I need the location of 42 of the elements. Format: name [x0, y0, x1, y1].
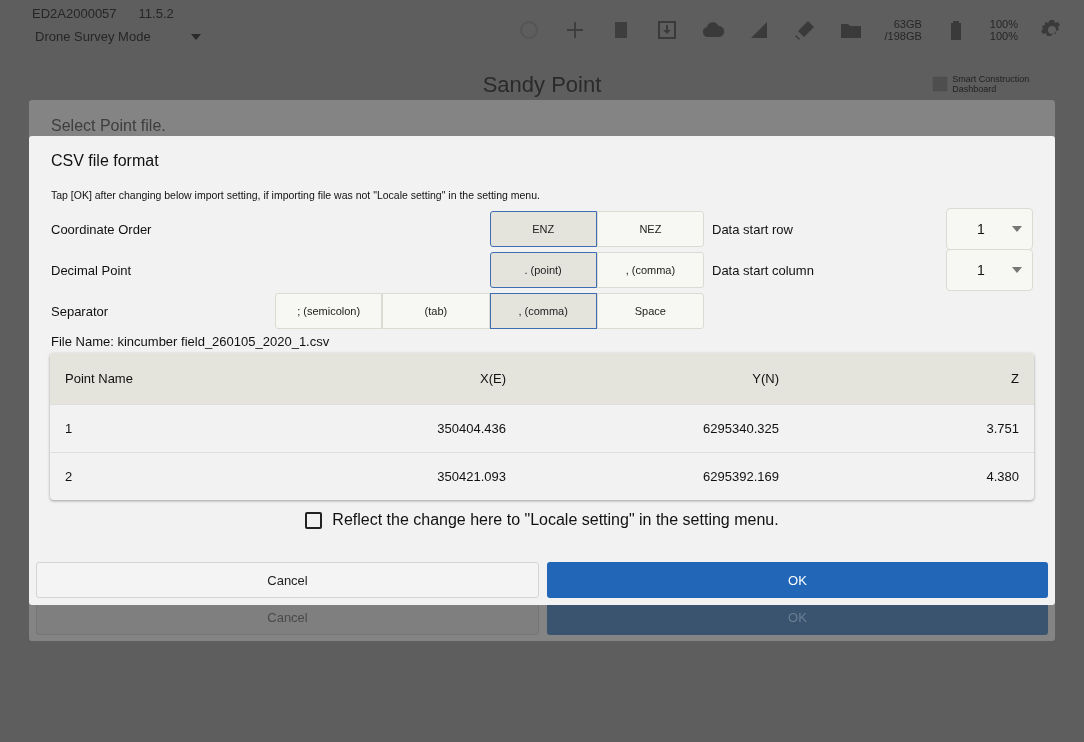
setting-label: Separator	[51, 303, 109, 319]
option-button[interactable]: , (comma)	[489, 293, 597, 329]
setting-label: Coordinate Order	[51, 221, 152, 237]
version-text: 11.5.2	[138, 6, 174, 21]
option-button[interactable]: NEZ	[596, 211, 704, 247]
column-header: Z	[1011, 371, 1019, 386]
caret-icon	[1012, 267, 1022, 273]
option-button[interactable]: . (point)	[489, 252, 597, 288]
cancel-button[interactable]: Cancel	[36, 562, 539, 598]
option-button[interactable]: ; (semicolon)	[275, 293, 383, 329]
table-cell: 350421.093	[437, 469, 506, 484]
column-header: Point Name	[65, 371, 133, 386]
number-dropdown[interactable]: 1	[946, 208, 1033, 250]
storage-text: 63GB	[893, 18, 922, 30]
table-cell: 350404.436	[437, 421, 506, 436]
dialog-title: Select Point file.	[50, 117, 166, 135]
table-cell: 1	[65, 421, 73, 436]
option-button[interactable]: ENZ	[489, 211, 597, 247]
option-button[interactable]: Space	[596, 293, 704, 329]
field-label: Data start row	[712, 221, 793, 237]
table-cell: 6295392.169	[703, 469, 779, 484]
caret-icon	[190, 33, 201, 40]
dialog-title: CSV file format	[50, 152, 159, 170]
table-cell: 4.380	[986, 469, 1019, 484]
table-cell: 2	[65, 469, 73, 484]
option-button[interactable]: (tab)	[382, 293, 490, 329]
storage-text: /198GB	[884, 30, 922, 42]
instruction-text: Tap [OK] after changing below import setting, if importing file was not "Locale setting" in the setting menu.	[50, 189, 540, 201]
field-label: Data start column	[712, 262, 814, 278]
ok-button[interactable]: OK	[547, 562, 1048, 598]
option-button[interactable]: , (comma)	[596, 252, 704, 288]
checkbox-label[interactable]: Reflect the change here to "Locale setting" in the setting menu.	[332, 511, 779, 529]
caret-icon	[1012, 226, 1022, 232]
file-name: File Name: kincumber field_260105_2020_1.csv	[50, 334, 330, 349]
column-header: X(E)	[480, 371, 506, 386]
setting-label: Decimal Point	[51, 262, 132, 278]
checkbox[interactable]	[305, 511, 323, 529]
table-cell: 3.751	[986, 421, 1019, 436]
number-dropdown[interactable]: 1	[946, 249, 1033, 291]
column-header: Y(N)	[752, 371, 779, 386]
device-id: ED2A2000057	[32, 6, 117, 21]
table-cell: 6295340.325	[703, 421, 779, 436]
